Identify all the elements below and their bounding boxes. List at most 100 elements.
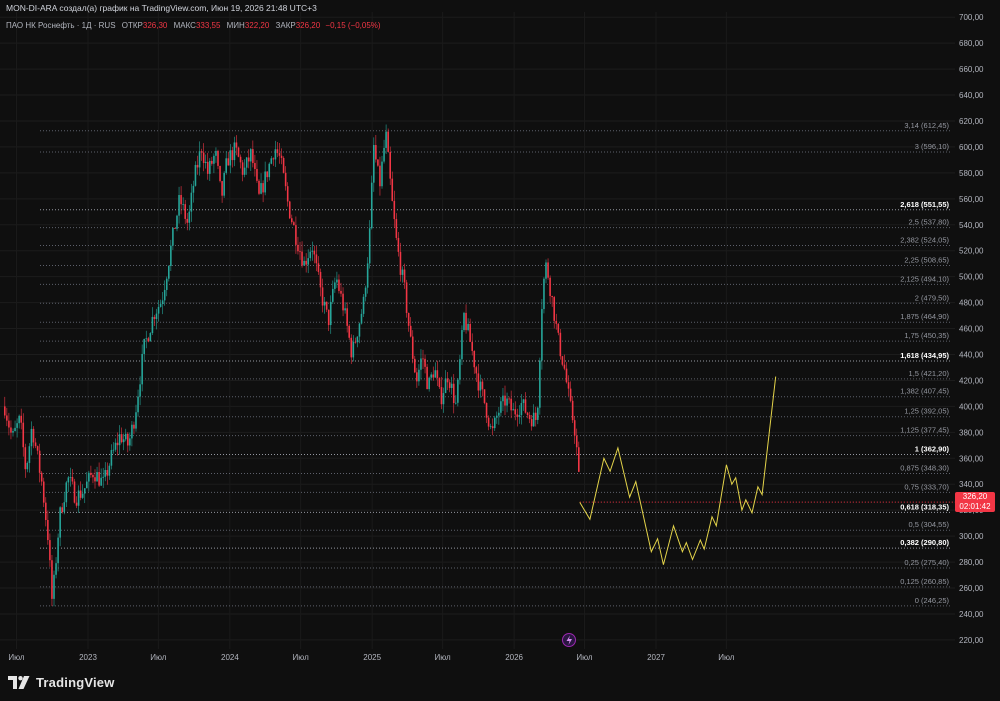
candle-body: [106, 470, 109, 476]
candle-body: [547, 262, 549, 278]
candle-body: [209, 160, 211, 174]
price-tick-label: 420,00: [959, 376, 984, 385]
candle-body: [34, 442, 37, 447]
candle-body: [204, 161, 207, 163]
candle-body: [217, 150, 219, 166]
price-tick-label: 360,00: [959, 454, 984, 463]
tradingview-logo[interactable]: TradingView: [8, 675, 115, 690]
candle-body: [416, 372, 418, 382]
candle-body: [270, 158, 273, 164]
time-tick-label: Июл: [293, 653, 310, 662]
candle-body: [370, 182, 373, 229]
candle-body: [104, 470, 107, 477]
close-value: 326,20: [295, 21, 321, 30]
candle-body: [86, 481, 88, 489]
price-chart[interactable]: 0 (246,25) 0,125 (260,85) 0,25 (275,40) 0,3…: [0, 0, 1000, 668]
candle-body: [414, 358, 416, 373]
candle-body: [311, 250, 314, 252]
price-tick-label: 400,00: [959, 402, 984, 411]
price-tick-label: 440,00: [959, 351, 984, 360]
candle-body: [196, 164, 199, 168]
price-axis[interactable]: 220,00240,00260,00280,00300,00320,00340,…: [959, 13, 984, 645]
symbol-info-bar[interactable]: ПАО НК Роснефть · 1Д · RUS ОТКР326,30 МА…: [6, 21, 381, 30]
candle-body: [176, 215, 178, 229]
candle-body: [373, 145, 375, 183]
fib-level-label: 2,5 (537,80): [909, 218, 950, 227]
time-axis[interactable]: Июл 2023 Июл 2024 Июл 2025 Июл 2026 Июл 2027 Июл: [8, 653, 734, 662]
candle-body: [53, 574, 55, 599]
candle-body: [65, 482, 68, 503]
candle-body: [260, 183, 262, 194]
fib-level-label: 0 (246,25): [915, 596, 950, 605]
price-tick-label: 300,00: [959, 532, 984, 541]
candle-body: [22, 422, 25, 448]
candle-body: [455, 402, 457, 404]
candle-body: [504, 395, 506, 406]
price-tick-label: 460,00: [959, 325, 984, 334]
candle-body: [440, 387, 443, 405]
candle-body: [346, 308, 348, 326]
candle-body: [569, 388, 572, 401]
symbol-name[interactable]: ПАО НК Роснефть · 1Д · RUS: [6, 21, 116, 30]
candle-body: [155, 313, 158, 320]
candle-body: [428, 377, 430, 390]
candle-body: [81, 493, 84, 498]
candle-body: [424, 358, 426, 367]
price-tick-label: 260,00: [959, 584, 984, 593]
candle-body: [362, 296, 365, 314]
candle-body: [118, 434, 121, 446]
candle-body: [32, 428, 35, 443]
price-tick-label: 600,00: [959, 143, 984, 152]
candle-body: [147, 338, 150, 342]
event-marker[interactable]: [562, 633, 576, 647]
fib-level-label: 2 (479,50): [915, 293, 950, 302]
candle-body: [114, 442, 117, 450]
last-price-value: 326,20: [962, 492, 988, 502]
candle-body: [315, 254, 318, 264]
price-tick-label: 540,00: [959, 221, 984, 230]
candle-body: [528, 415, 531, 420]
candle-body: [448, 382, 451, 388]
price-tick-label: 220,00: [959, 636, 984, 645]
candle-body: [139, 384, 141, 397]
candle-body: [338, 279, 340, 291]
high-label: МАКС: [173, 21, 196, 30]
high-value: 333,55: [195, 21, 221, 30]
candle-body: [100, 477, 102, 486]
candle-body: [254, 163, 256, 169]
candle-body: [73, 481, 76, 503]
candle-body: [157, 306, 160, 314]
candle-body: [170, 245, 172, 267]
candle-body: [40, 472, 43, 482]
candle-body: [500, 401, 502, 413]
candle-body: [28, 446, 31, 463]
candle-body: [247, 157, 250, 162]
price-tick-label: 640,00: [959, 91, 984, 100]
candle-body: [190, 192, 193, 212]
candle-body: [221, 181, 223, 196]
candle-body: [96, 472, 98, 482]
bar-countdown: 02:01:42: [959, 502, 991, 512]
candle-body: [381, 161, 383, 187]
candle-body: [391, 178, 394, 201]
candle-body: [124, 433, 127, 440]
candle-body: [360, 313, 363, 324]
candle-body: [24, 447, 27, 470]
candle-body: [180, 195, 182, 205]
candle-body: [63, 502, 66, 513]
candle-body: [151, 316, 154, 334]
candle-body: [514, 409, 517, 415]
candle-body: [502, 395, 504, 402]
candle-body: [467, 323, 469, 331]
candle-body: [241, 162, 244, 175]
candle-body: [88, 472, 90, 482]
candle-body: [69, 477, 72, 478]
candle-body: [403, 269, 406, 283]
candle-body: [524, 399, 527, 413]
candle-body: [522, 399, 525, 404]
candle-body: [356, 336, 359, 343]
candle-body: [47, 520, 49, 541]
candle-body: [557, 323, 560, 333]
candle-body: [297, 244, 299, 252]
price-tick-label: 580,00: [959, 169, 984, 178]
